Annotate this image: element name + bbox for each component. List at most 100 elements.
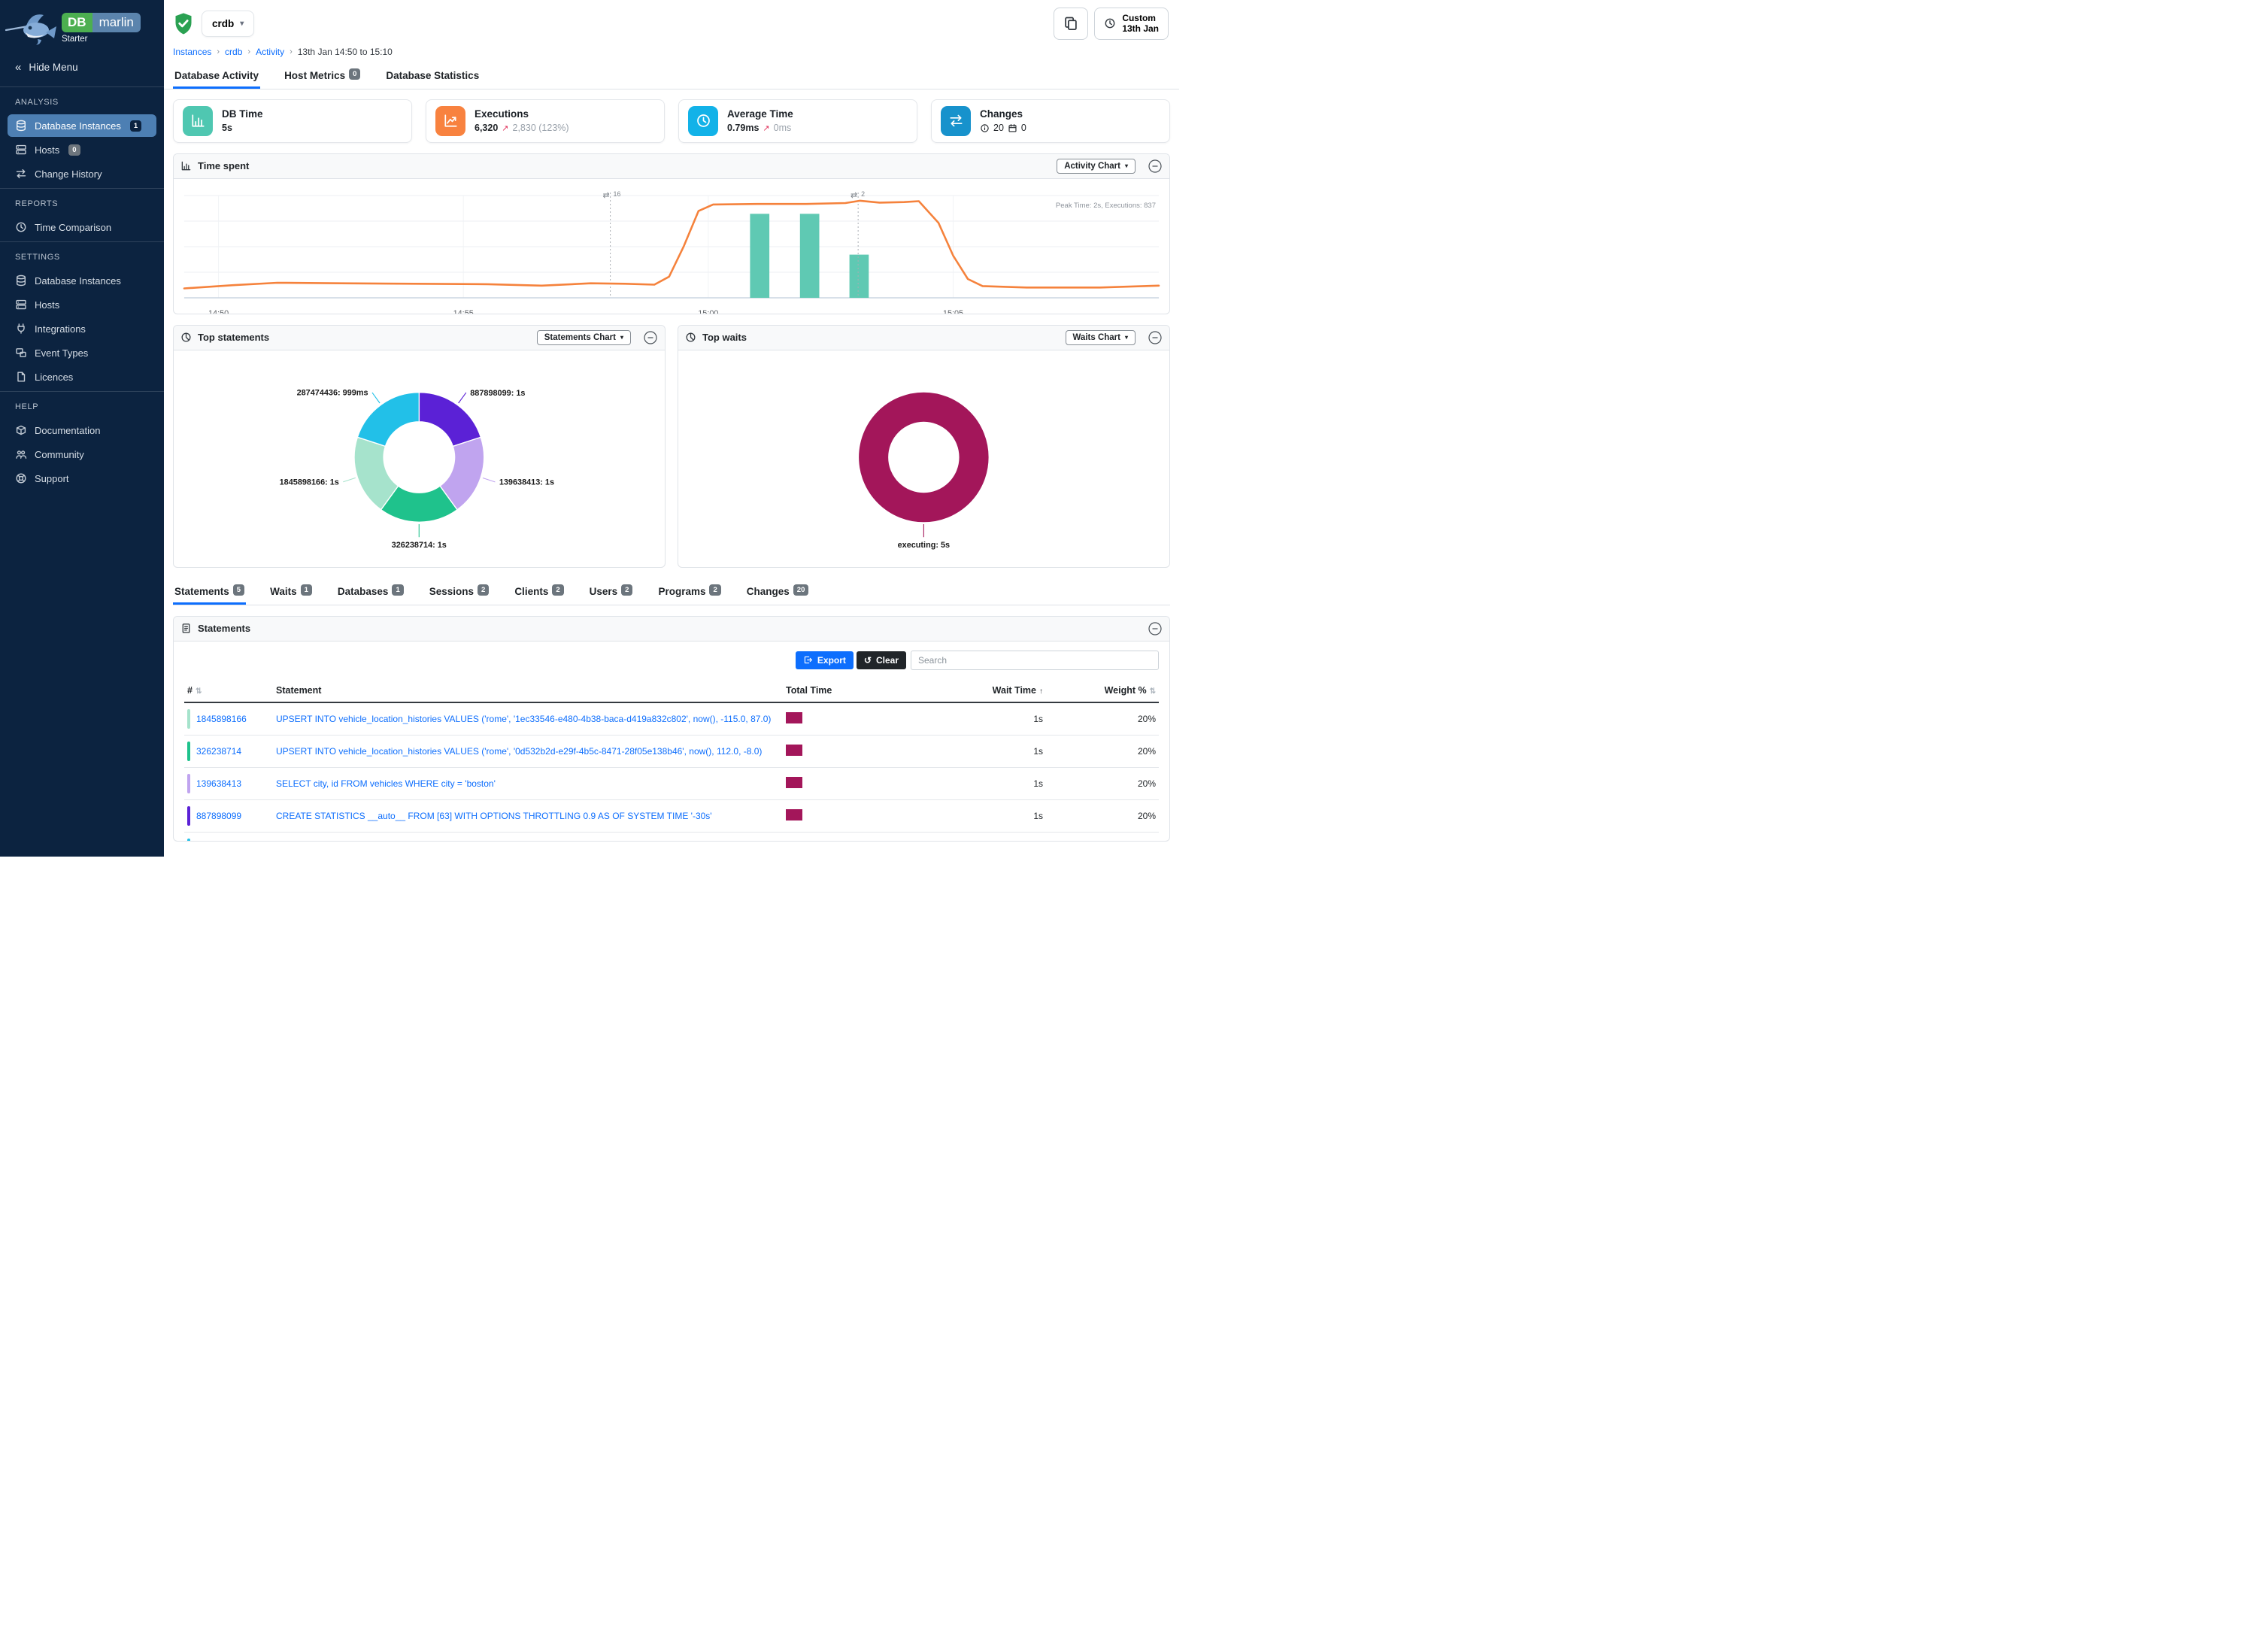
sort-icon[interactable]: ⇅ xyxy=(196,687,202,696)
sidebar-item-label: Integrations xyxy=(35,323,86,335)
svg-text:326238714: 1s: 326238714: 1s xyxy=(392,540,447,549)
hide-menu-button[interactable]: « Hide Menu xyxy=(0,51,164,83)
sidebar-separator xyxy=(0,188,164,189)
statement-sql-link[interactable]: UPSERT INTO vehicle_location_histories V… xyxy=(276,714,771,724)
statement-id-link[interactable]: 887898099 xyxy=(196,811,241,821)
sidebar-item-time-comparison[interactable]: Time Comparison xyxy=(8,216,156,238)
breadcrumb-link-activity[interactable]: Activity xyxy=(256,47,284,57)
copy-link-button[interactable] xyxy=(1054,8,1088,40)
sidebar-item-licences[interactable]: Licences xyxy=(8,365,156,388)
activity-chart-select[interactable]: Activity Chart ▾ xyxy=(1057,159,1136,174)
metric-card-average-time[interactable]: Average Time0.79ms↗0ms xyxy=(678,99,917,143)
brand-logo[interactable]: DB marlin Starter xyxy=(0,0,164,51)
sidebar-item-integrations[interactable]: Integrations xyxy=(8,317,156,340)
tab-database-statistics[interactable]: Database Statistics xyxy=(384,64,481,89)
breadcrumb-link-crdb[interactable]: crdb xyxy=(225,47,242,57)
time-spent-chart[interactable]: Peak Time: 2s, Executions: 837 14:5014:5… xyxy=(174,179,1169,314)
column-header-wait-time[interactable]: Wait Time↑ xyxy=(896,679,1046,702)
export-button[interactable]: Export xyxy=(796,651,854,669)
sidebar-item-label: Hosts xyxy=(35,144,59,156)
waits-donut-chart[interactable]: executing: 5s xyxy=(678,350,1169,567)
tab-host-metrics[interactable]: Host Metrics0 xyxy=(283,64,362,89)
marlin-fish-icon xyxy=(5,9,59,47)
statement-color-bar xyxy=(187,709,190,729)
sidebar-item-label: Hosts xyxy=(35,299,59,311)
table-row: 887898099 CREATE STATISTICS __auto__ FROM… xyxy=(184,799,1159,832)
sidebar-separator xyxy=(0,391,164,392)
chevron-down-icon: ▾ xyxy=(1125,162,1128,169)
statement-sql-link[interactable]: UPSERT INTO vehicle_location_histories V… xyxy=(276,746,762,757)
sidebar-section-title: HELP xyxy=(15,402,149,411)
detail-tab-clients[interactable]: Clients2 xyxy=(513,580,565,605)
weight-value: 20% xyxy=(1046,735,1159,767)
metric-icon-wrap xyxy=(435,106,465,136)
breadcrumb-separator: › xyxy=(217,47,220,56)
metric-card-executions[interactable]: Executions6,320↗2,830 (123%) xyxy=(426,99,665,143)
statements-donut-chart[interactable]: 887898099: 1s139638413: 1s326238714: 1s1… xyxy=(174,350,665,567)
clock-icon xyxy=(1104,17,1116,29)
metric-card-changes[interactable]: Changes200 xyxy=(931,99,1170,143)
search-input[interactable] xyxy=(911,651,1159,670)
time-range-button[interactable]: Custom 13th Jan xyxy=(1094,8,1169,40)
waits-chart-select[interactable]: Waits Chart ▾ xyxy=(1066,330,1136,345)
detail-tab-programs[interactable]: Programs2 xyxy=(656,580,722,605)
column-header-statement[interactable]: Statement xyxy=(273,679,783,702)
main-content: crdb ▾ Custom 13th Jan Instances›crdb›Ac… xyxy=(164,0,1179,857)
breadcrumb-link-instances[interactable]: Instances xyxy=(173,47,211,57)
detail-tab-statements[interactable]: Statements5 xyxy=(173,580,246,605)
count-badge: 0 xyxy=(349,68,360,80)
sidebar-item-label: Community xyxy=(35,449,84,460)
statements-chart-select[interactable]: Statements Chart ▾ xyxy=(537,330,631,345)
sidebar-item-hosts[interactable]: Hosts xyxy=(8,293,156,316)
detail-tab-sessions[interactable]: Sessions2 xyxy=(428,580,491,605)
count-badge: 1 xyxy=(392,584,403,596)
sidebar-item-hosts[interactable]: Hosts0 xyxy=(8,138,156,161)
statements-donut-svg[interactable]: 887898099: 1s139638413: 1s326238714: 1s1… xyxy=(259,353,580,561)
sidebar-item-label: Change History xyxy=(35,168,102,180)
detail-tab-users[interactable]: Users2 xyxy=(588,580,635,605)
statement-id-link[interactable]: 139638413 xyxy=(196,778,241,789)
sidebar-item-change-history[interactable]: Change History xyxy=(8,162,156,185)
event-icon xyxy=(15,347,27,359)
sort-icon[interactable]: ⇅ xyxy=(1150,687,1156,696)
sidebar-item-community[interactable]: Community xyxy=(8,443,156,466)
statement-sql-link[interactable]: CREATE STATISTICS __auto__ FROM [63] WIT… xyxy=(276,811,712,821)
time-spent-svg[interactable]: 14:5014:5515:0015:05⇄16⇄2 xyxy=(181,185,1162,314)
column-header-num[interactable]: #⇅ xyxy=(184,679,273,702)
sidebar-item-database-instances[interactable]: Database Instances1 xyxy=(8,114,156,137)
detail-tab-changes[interactable]: Changes20 xyxy=(745,580,811,605)
sidebar-item-documentation[interactable]: Documentation xyxy=(8,419,156,441)
metric-card-db-time[interactable]: DB Time5s xyxy=(173,99,412,143)
peak-note: Peak Time: 2s, Executions: 837 xyxy=(1056,202,1156,210)
weight-value: 20% xyxy=(1046,767,1159,799)
sidebar-item-database-instances[interactable]: Database Instances xyxy=(8,269,156,292)
statement-id-link[interactable]: 1845898166 xyxy=(196,714,247,724)
collapse-icon[interactable] xyxy=(1148,159,1163,174)
total-time-bar xyxy=(786,777,802,788)
sidebar: DB marlin Starter « Hide Menu ANALYSISDa… xyxy=(0,0,164,857)
statement-sql-link[interactable]: SELECT city, id FROM vehicles WHERE city… xyxy=(276,778,496,789)
collapse-icon[interactable] xyxy=(1148,621,1163,636)
clear-button[interactable]: ↺ Clear xyxy=(857,651,906,669)
instance-selector[interactable]: crdb ▾ xyxy=(202,11,254,37)
statement-id-link[interactable]: 326238714 xyxy=(196,746,241,757)
statements-toolbar: Export ↺ Clear xyxy=(174,642,1169,679)
detail-tabs: Statements5 Waits1 Databases1 Sessions2 Clie… xyxy=(173,580,1170,605)
count-badge: 2 xyxy=(621,584,632,596)
detail-tab-waits[interactable]: Waits1 xyxy=(268,580,314,605)
wait-time-value: 1s xyxy=(896,702,1046,736)
detail-tab-databases[interactable]: Databases1 xyxy=(336,580,405,605)
collapse-icon[interactable] xyxy=(1148,330,1163,345)
sidebar-item-support[interactable]: Support xyxy=(8,467,156,490)
sidebar-item-event-types[interactable]: Event Types xyxy=(8,341,156,364)
tab-database-activity[interactable]: Database Activity xyxy=(173,64,260,89)
undo-icon: ↺ xyxy=(864,655,872,666)
wait-time-value: 1s xyxy=(896,735,1046,767)
waits-donut-svg[interactable]: executing: 5s xyxy=(763,353,1084,561)
sort-icon[interactable]: ↑ xyxy=(1039,687,1043,696)
column-header-weight[interactable]: Weight %⇅ xyxy=(1046,679,1159,702)
sidebar-section-title: REPORTS xyxy=(15,199,149,208)
weight-value: 20% xyxy=(1046,702,1159,736)
column-header-total-time[interactable]: Total Time xyxy=(783,679,896,702)
collapse-icon[interactable] xyxy=(643,330,658,345)
